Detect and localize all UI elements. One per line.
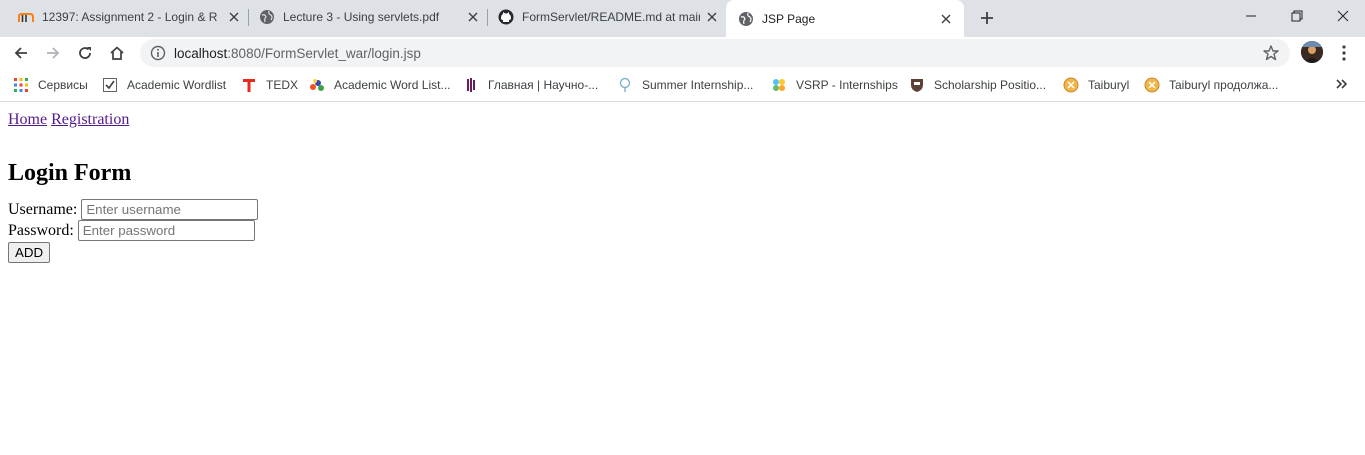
page-title: Login Form: [8, 160, 132, 186]
bookmark-label: VSRP - Internships: [796, 77, 898, 92]
site-info-icon[interactable]: [150, 45, 166, 61]
back-button[interactable]: [8, 40, 34, 66]
bookmarks-bar: Сервисы Academic Wordlist TEDX Academic …: [0, 68, 1365, 102]
globe-icon: [738, 11, 754, 27]
close-tab-icon[interactable]: [226, 9, 242, 25]
bookmark-scholarship[interactable]: Scholarship Positio...: [909, 68, 1046, 101]
bookmark-tedx[interactable]: TEDX: [241, 68, 298, 101]
bookmark-label: Scholarship Positio...: [934, 77, 1047, 92]
chevron-more-icon[interactable]: [1334, 76, 1350, 92]
tab-title: FormServlet/README.md at mair: [522, 10, 700, 24]
tab-title: 12397: Assignment 2 - Login & R: [42, 10, 218, 24]
browser-menu-icon[interactable]: [1336, 43, 1352, 63]
new-tab-button[interactable]: [976, 7, 998, 29]
url-host: localhost: [174, 46, 228, 61]
registration-link[interactable]: Registration: [51, 111, 129, 128]
password-input[interactable]: [77, 220, 255, 241]
bookmark-services[interactable]: Сервисы: [13, 68, 88, 101]
bookmark-label: Taiburyl продолжа...: [1169, 77, 1279, 92]
tree-icon: [617, 77, 633, 93]
username-input[interactable]: [81, 199, 259, 220]
dots-icon: [771, 77, 787, 93]
home-link[interactable]: Home: [8, 111, 47, 128]
tab-github-readme[interactable]: FormServlet/README.md at mair: [480, 0, 726, 34]
gold-coin-icon: [1063, 77, 1079, 93]
tab-jsp-page[interactable]: JSP Page: [726, 0, 964, 37]
close-window-button[interactable]: [1320, 0, 1365, 32]
username-label: Username:: [8, 200, 78, 218]
password-row: Password:: [8, 220, 1358, 241]
login-form: Username: Password: ADD: [8, 199, 1358, 263]
tab-lecture-pdf[interactable]: Lecture 3 - Using servlets.pdf: [241, 0, 487, 34]
gold-coin-icon: [1144, 77, 1160, 93]
tab-title: JSP Page: [762, 11, 816, 26]
close-tab-icon[interactable]: [704, 9, 720, 25]
tab-title: Lecture 3 - Using servlets.pdf: [283, 10, 440, 24]
minimize-button[interactable]: [1228, 0, 1274, 32]
browser-toolbar: localhost:8080/FormServlet_war/login.jsp: [0, 37, 1365, 68]
bookmark-taiburyl[interactable]: Taiburyl: [1063, 68, 1129, 101]
moodle-icon: [18, 9, 34, 25]
checkbox-icon: [102, 77, 118, 93]
reload-button[interactable]: [72, 40, 98, 66]
restore-button[interactable]: [1274, 0, 1320, 32]
bookmark-taiburyl-continue[interactable]: Taiburyl продолжа...: [1144, 68, 1278, 101]
purple-bars-icon: [463, 77, 479, 93]
bookmark-label: Главная | Научно-...: [488, 77, 599, 92]
bookmark-label: Taiburyl: [1088, 77, 1130, 92]
url-path: :8080/FormServlet_war/login.jsp: [227, 46, 421, 61]
add-button[interactable]: ADD: [8, 242, 51, 263]
github-icon: [498, 9, 514, 25]
bookmark-summer-internship[interactable]: Summer Internship...: [617, 68, 753, 101]
password-label: Password:: [8, 221, 74, 239]
bookmark-academic-wordlist[interactable]: Academic Wordlist: [102, 68, 226, 101]
address-bar[interactable]: localhost:8080/FormServlet_war/login.jsp: [140, 39, 1290, 67]
bookmark-star-icon[interactable]: [1262, 44, 1280, 62]
shield-icon: [909, 77, 925, 93]
username-row: Username:: [8, 199, 1358, 220]
profile-avatar[interactable]: [1301, 41, 1323, 63]
apps-grid-icon: [13, 77, 29, 93]
close-tab-icon[interactable]: [938, 11, 954, 27]
colorful-icon: [309, 77, 325, 93]
bookmark-label: Academic Wordlist: [127, 77, 227, 92]
page-nav: Home Registration: [8, 111, 1358, 129]
bookmark-label: Summer Internship...: [642, 77, 754, 92]
forward-button[interactable]: [40, 40, 66, 66]
tab-strip: 12397: Assignment 2 - Login & R Lecture …: [0, 0, 1365, 37]
close-tab-icon[interactable]: [465, 9, 481, 25]
bookmark-glavnaya[interactable]: Главная | Научно-...: [463, 68, 598, 101]
bookmark-label: Academic Word List...: [334, 77, 451, 92]
tab-assignment[interactable]: 12397: Assignment 2 - Login & R: [0, 0, 248, 34]
tedx-icon: [241, 77, 257, 93]
home-button[interactable]: [104, 40, 130, 66]
bookmark-academic-word-list[interactable]: Academic Word List...: [309, 68, 450, 101]
globe-icon: [259, 9, 275, 25]
url-text[interactable]: localhost:8080/FormServlet_war/login.jsp: [174, 46, 421, 61]
bookmark-label: TEDX: [266, 77, 299, 92]
bookmark-vsrp[interactable]: VSRP - Internships: [771, 68, 898, 101]
page-content: Home Registration Login Form Username: P…: [8, 111, 1358, 263]
bookmark-label: Сервисы: [38, 77, 88, 92]
